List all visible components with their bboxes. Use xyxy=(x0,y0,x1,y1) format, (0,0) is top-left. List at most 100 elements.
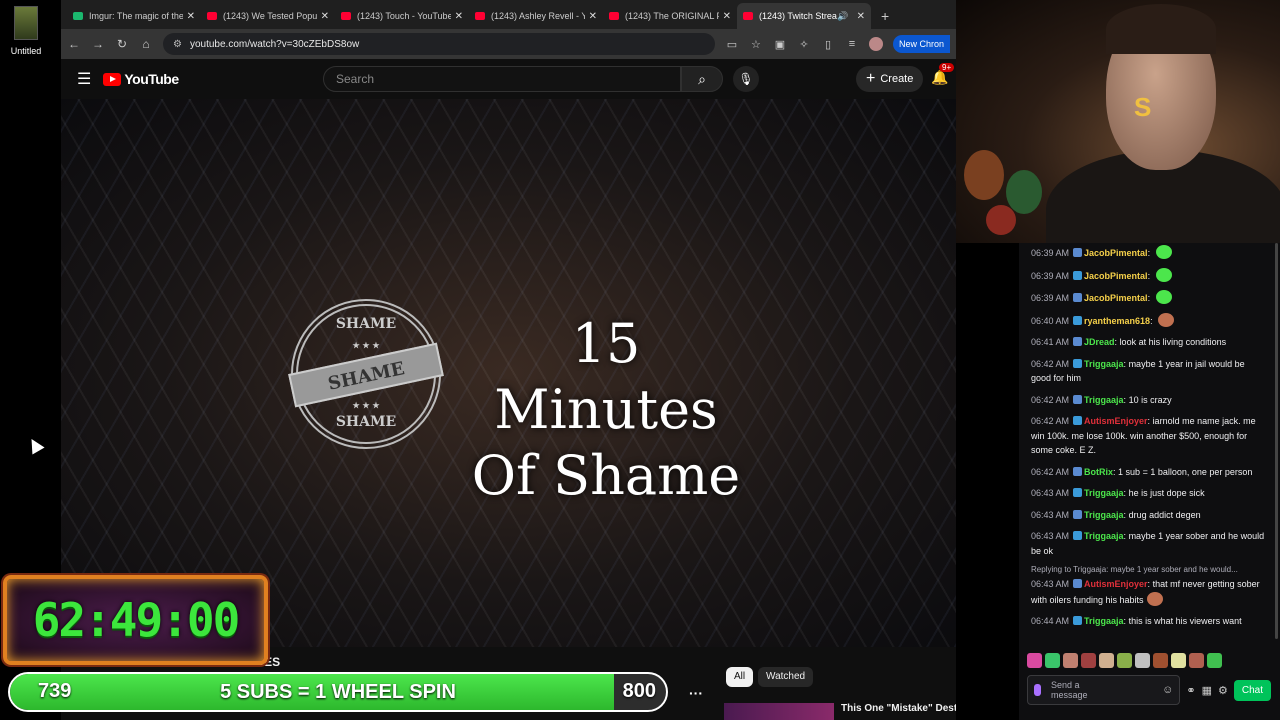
profile-avatar[interactable] xyxy=(868,37,883,51)
chat-username[interactable]: Triggaaja xyxy=(1084,359,1124,369)
desktop-file-icon[interactable]: Untitled xyxy=(6,6,46,56)
tab-youtube-tested[interactable]: (1243) We Tested Popula ✕ xyxy=(201,3,335,29)
chat-username[interactable]: Triggaaja xyxy=(1084,488,1124,498)
tab-imgur[interactable]: Imgur: The magic of the ✕ xyxy=(67,3,201,29)
puzzle-icon[interactable]: ✧ xyxy=(797,38,811,51)
emote-icon[interactable] xyxy=(1117,653,1132,668)
search-icon[interactable]: ⌕ xyxy=(681,66,723,92)
chat-username[interactable]: JDread xyxy=(1084,337,1115,347)
chat-input[interactable]: Send a message ☺ xyxy=(1027,675,1181,705)
cast-icon[interactable]: ▭ xyxy=(725,38,739,51)
youtube-icon xyxy=(341,12,351,20)
speaker-icon[interactable]: 🔊 xyxy=(837,11,848,22)
chat-username[interactable]: ryantheman618 xyxy=(1084,316,1150,326)
notification-badge: 9+ xyxy=(939,63,955,72)
video-player[interactable]: SHAME ★ ★ ★ SHAME ★ ★ ★ SHAME 15 Minutes… xyxy=(61,99,956,647)
url-text: youtube.com/watch?v=30cZEbDS8ow xyxy=(189,38,360,50)
chat-username[interactable]: JacobPimental xyxy=(1084,293,1148,303)
site-info-icon[interactable]: ⚙ xyxy=(173,39,182,50)
user-badge-icon xyxy=(1073,509,1083,519)
close-icon[interactable]: ✕ xyxy=(857,11,865,22)
chat-username[interactable]: Triggaaja xyxy=(1084,531,1124,541)
tab-youtube-touch[interactable]: (1243) Touch - YouTube ✕ xyxy=(335,3,469,29)
chat-username[interactable]: AutismEnjoyer xyxy=(1084,579,1148,589)
emote-icon[interactable] xyxy=(1189,653,1204,668)
close-icon[interactable]: ✕ xyxy=(187,11,195,22)
chat-username[interactable]: AutismEnjoyer xyxy=(1084,416,1148,426)
chat-send-button[interactable]: Chat xyxy=(1233,679,1271,701)
recommended-title[interactable]: This One "Mistake" Destroyed a xyxy=(841,703,956,714)
side-panel-icon[interactable]: ▯ xyxy=(821,38,835,51)
chat-message: 06:42 AM Triggaaja: 10 is crazy xyxy=(1031,393,1266,408)
bookmark-star-icon[interactable]: ☆ xyxy=(749,38,763,51)
plus-icon: + xyxy=(866,70,876,87)
create-button[interactable]: + Create xyxy=(856,66,924,92)
points-icon[interactable]: ⚭ xyxy=(1186,684,1195,697)
chip-watched[interactable]: Watched xyxy=(758,667,814,687)
chat-username[interactable]: JacobPimental xyxy=(1084,248,1148,258)
reload-icon[interactable]: ↻ xyxy=(115,37,129,51)
emote-icon[interactable] xyxy=(1027,653,1042,668)
tab-youtube-ashley[interactable]: (1243) Ashley Revell - Yo ✕ xyxy=(469,3,603,29)
new-tab-icon[interactable]: + xyxy=(871,8,899,29)
user-badge-icon xyxy=(1073,579,1083,588)
close-icon[interactable]: ✕ xyxy=(723,11,731,22)
message-text: this is what his viewers want xyxy=(1128,616,1242,626)
address-bar[interactable]: ⚙ youtube.com/watch?v=30cZEbDS8ow xyxy=(163,33,715,55)
search-input[interactable]: Search xyxy=(323,66,681,92)
stamp-band-text: SHAME xyxy=(288,342,444,408)
emote-icon[interactable] xyxy=(1171,653,1186,668)
emote-icon[interactable] xyxy=(1081,653,1096,668)
emote-bar xyxy=(1027,653,1222,669)
emote-icon[interactable] xyxy=(1099,653,1114,668)
extension-icon[interactable]: ▣ xyxy=(773,38,787,51)
emote-icon[interactable] xyxy=(1153,653,1168,668)
mic-badge-icon xyxy=(1034,684,1041,696)
message-time: 06:43 AM xyxy=(1031,531,1070,541)
colon: : xyxy=(1150,315,1156,326)
recommended-thumbnail[interactable] xyxy=(724,703,834,720)
youtube-icon xyxy=(743,12,753,20)
user-badge-icon xyxy=(1073,315,1083,325)
chat-username[interactable]: Triggaaja xyxy=(1084,395,1124,405)
chat-messages[interactable]: 06:39 AM JacobPimental: 06:39 AM JacobPime… xyxy=(1019,243,1274,647)
youtube-icon xyxy=(475,12,485,20)
emote-icon[interactable] xyxy=(1135,653,1150,668)
emoji-icon[interactable]: ☺ xyxy=(1162,685,1173,696)
youtube-logo[interactable]: YouTube xyxy=(103,71,179,87)
menu-icon[interactable]: ☰ xyxy=(77,69,91,89)
chat-message: 06:44 AM Triggaaja: this is what his view… xyxy=(1031,614,1266,629)
chat-scrollbar[interactable] xyxy=(1275,243,1278,639)
youtube-play-icon xyxy=(103,72,122,86)
gift-icon[interactable]: ▦ xyxy=(1202,684,1212,697)
close-icon[interactable]: ✕ xyxy=(589,11,597,22)
chat-username[interactable]: JacobPimental xyxy=(1084,271,1148,281)
emote-icon[interactable] xyxy=(1207,653,1222,668)
chat-username[interactable]: Triggaaja xyxy=(1084,616,1124,626)
home-icon[interactable]: ⌂ xyxy=(139,37,153,51)
chat-username[interactable]: BotRix xyxy=(1084,467,1113,477)
emote-icon[interactable] xyxy=(1045,653,1060,668)
tab-title: Imgur: The magic of the xyxy=(89,11,183,21)
close-icon[interactable]: ✕ xyxy=(321,11,329,22)
back-arrow-icon[interactable]: ← xyxy=(67,37,81,51)
close-icon[interactable]: ✕ xyxy=(455,11,463,22)
tab-youtube-twitch-stream[interactable]: (1243) Twitch Stream 🔊 ✕ xyxy=(737,3,871,29)
chat-username[interactable]: Triggaaja xyxy=(1084,510,1124,520)
tab-title: (1243) The ORIGINAL Fa xyxy=(625,11,719,21)
balloon-orange xyxy=(964,150,1004,200)
more-actions-icon[interactable]: ··· xyxy=(689,685,703,701)
settings-gear-icon[interactable]: ⚙ xyxy=(1218,684,1228,697)
message-time: 06:40 AM xyxy=(1031,315,1070,326)
user-badge-icon xyxy=(1073,616,1083,625)
forward-arrow-icon[interactable]: → xyxy=(91,37,105,51)
media-icon[interactable]: ≡ xyxy=(845,38,859,50)
colon: : xyxy=(1147,248,1153,258)
chat-emote-icon xyxy=(1155,290,1172,304)
microphone-icon[interactable]: 🎙 xyxy=(733,66,759,92)
tab-youtube-original[interactable]: (1243) The ORIGINAL Fa ✕ xyxy=(603,3,737,29)
chip-all[interactable]: All xyxy=(726,667,754,687)
user-badge-icon xyxy=(1073,358,1083,368)
emote-icon[interactable] xyxy=(1063,653,1078,668)
new-chrome-button[interactable]: New Chron xyxy=(892,35,950,53)
